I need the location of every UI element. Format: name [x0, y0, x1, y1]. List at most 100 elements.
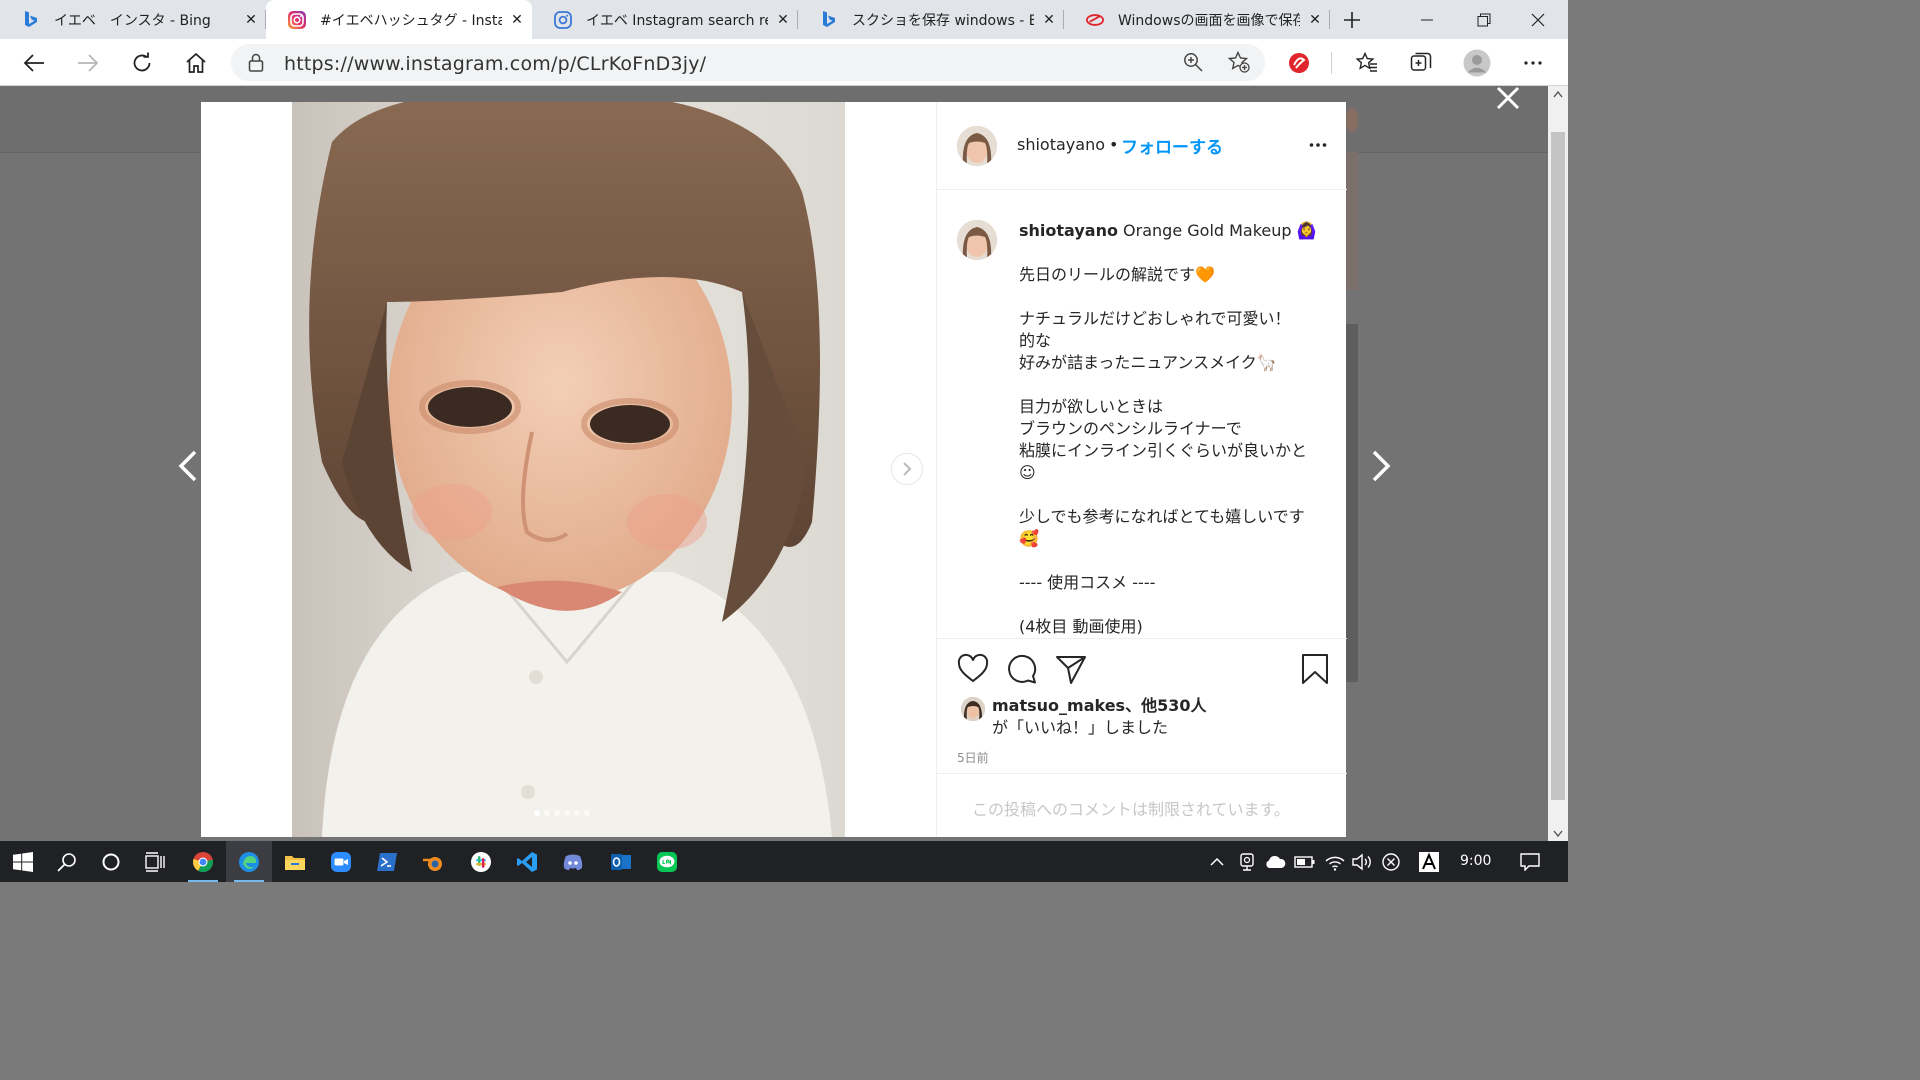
close-icon[interactable]: ✕ [236, 12, 266, 28]
caption-scroll-area[interactable]: shiotayano Orange Gold Makeup 🙆‍♀️ 先日のリー… [937, 190, 1347, 638]
tab-instagram-hashtag[interactable]: #イエベハッシュタグ - Instagram ✕ [266, 0, 532, 40]
tab-bing-screenshot[interactable]: スクショを保存 windows - Bing ✕ [798, 0, 1064, 39]
post-author-username[interactable]: shiotayano [1017, 135, 1105, 154]
line-taskbar-button[interactable] [644, 841, 690, 882]
zoom-icon[interactable] [1183, 52, 1203, 72]
home-icon [186, 52, 206, 73]
favorites-button[interactable] [1350, 47, 1384, 79]
previous-post-arrow-icon[interactable] [173, 446, 203, 486]
avatar[interactable] [957, 220, 997, 260]
likes-suffix: が「いいね！」しました [992, 718, 1169, 737]
avatar-icon [1463, 49, 1491, 77]
bookmark-icon[interactable] [1299, 653, 1331, 685]
page-scrollbar[interactable] [1548, 86, 1568, 841]
powershell-taskbar-button[interactable] [364, 841, 410, 882]
action-center-button[interactable] [1512, 841, 1548, 882]
restore-button[interactable] [1458, 0, 1510, 39]
tab-bing-search[interactable]: イエベ インスタ - Bing ✕ [0, 0, 266, 39]
outlook-taskbar-button[interactable] [598, 841, 644, 882]
separator-dot: • [1109, 135, 1119, 154]
tray-wifi[interactable] [1322, 841, 1348, 882]
carousel-dot [534, 810, 540, 816]
line-icon [657, 851, 677, 872]
minimize-button[interactable] [1401, 0, 1453, 39]
home-button[interactable] [179, 47, 213, 79]
tray-battery[interactable] [1292, 841, 1318, 882]
windows-icon [13, 851, 33, 872]
profile-button[interactable] [1460, 47, 1494, 79]
avatar[interactable] [957, 126, 997, 166]
instagram-icon [288, 11, 306, 29]
tray-onedrive[interactable] [1262, 841, 1288, 882]
cortana-button[interactable] [88, 841, 134, 882]
url-text[interactable]: https://www.instagram.com/p/CLrKoFnD3jy/ [284, 53, 706, 75]
collections-button[interactable] [1404, 47, 1438, 79]
tray-camera[interactable] [1234, 841, 1260, 882]
plus-icon [1344, 11, 1360, 28]
close-window-button[interactable] [1512, 0, 1564, 39]
caption-title: Orange Gold Makeup 🙆‍♀️ [1123, 221, 1317, 240]
settings-menu-button[interactable] [1516, 47, 1550, 79]
edge-taskbar-button[interactable] [226, 841, 272, 882]
close-icon[interactable]: ✕ [1300, 12, 1330, 28]
browser-toolbar: https://www.instagram.com/p/CLrKoFnD3jy/ [0, 39, 1568, 86]
vscode-taskbar-button[interactable] [504, 841, 550, 882]
post-media [201, 102, 936, 837]
clock[interactable]: 9:00 [1460, 853, 1491, 869]
tab-instagram-search[interactable]: イエベ Instagram search results ✕ [532, 0, 798, 39]
comment-icon[interactable] [1006, 653, 1038, 685]
next-post-arrow-icon[interactable] [1366, 446, 1396, 486]
task-view-icon [145, 851, 165, 872]
chrome-taskbar-button[interactable] [180, 841, 226, 882]
tray-notification-status[interactable] [1378, 841, 1404, 882]
tray-volume[interactable] [1350, 841, 1376, 882]
close-icon[interactable] [1492, 86, 1524, 114]
app-icon [1086, 11, 1104, 29]
refresh-button[interactable] [125, 47, 159, 79]
new-tab-button[interactable] [1330, 0, 1374, 39]
scrollbar-thumb[interactable] [1551, 132, 1565, 800]
caption-paragraph: ---- 使用コスメ ---- [1019, 573, 1156, 592]
task-view-button[interactable] [132, 841, 178, 882]
slack-taskbar-button[interactable] [458, 841, 504, 882]
carousel-next-button[interactable] [891, 453, 923, 485]
post-timestamp[interactable]: 5日前 [957, 749, 989, 766]
close-icon[interactable]: ✕ [502, 12, 532, 28]
discord-taskbar-button[interactable] [550, 841, 596, 882]
tab-windows-screen[interactable]: Windowsの画面を画像で保存 ✕ [1064, 0, 1330, 39]
close-icon[interactable]: ✕ [1034, 12, 1064, 28]
liked-by-others[interactable]: 、他530人 [1125, 696, 1206, 715]
zoom-taskbar-button[interactable] [318, 841, 364, 882]
tray-overflow-button[interactable] [1204, 841, 1230, 882]
liked-by-user[interactable]: matsuo_makes [992, 696, 1125, 715]
comment-area: この投稿へのコメントは制限されています。 [937, 773, 1347, 838]
back-button[interactable] [17, 47, 51, 79]
lock-icon[interactable] [248, 53, 264, 72]
share-icon[interactable] [1055, 653, 1087, 685]
scroll-down-icon [1553, 830, 1563, 838]
caption-username[interactable]: shiotayano [1019, 221, 1118, 240]
restore-icon [1477, 13, 1491, 26]
follow-button[interactable]: フォローする [1121, 133, 1223, 158]
heart-icon[interactable] [957, 653, 989, 685]
close-icon[interactable]: ✕ [768, 12, 798, 28]
add-favorite-icon[interactable] [1228, 51, 1250, 73]
forward-button[interactable] [71, 47, 105, 79]
address-bar[interactable]: https://www.instagram.com/p/CLrKoFnD3jy/ [231, 44, 1265, 81]
cortana-icon [102, 853, 120, 870]
slack-icon [471, 851, 491, 872]
chrome-icon [193, 851, 214, 872]
more-options-icon[interactable] [1309, 136, 1327, 154]
extension-button[interactable] [1282, 47, 1316, 79]
file-explorer-taskbar-button[interactable] [272, 841, 318, 882]
tab-title: Windowsの画面を画像で保存 [1118, 12, 1300, 29]
outlook-icon [611, 853, 631, 870]
search-button[interactable] [44, 841, 90, 882]
avatar[interactable] [961, 697, 985, 721]
start-button[interactable] [0, 841, 46, 882]
tray-ime[interactable] [1414, 841, 1444, 882]
blender-taskbar-button[interactable] [410, 841, 456, 882]
carousel-dot [574, 810, 580, 816]
post-caption: shiotayano Orange Gold Makeup 🙆‍♀️ 先日のリー… [1019, 220, 1319, 638]
post-photo[interactable] [292, 102, 845, 837]
